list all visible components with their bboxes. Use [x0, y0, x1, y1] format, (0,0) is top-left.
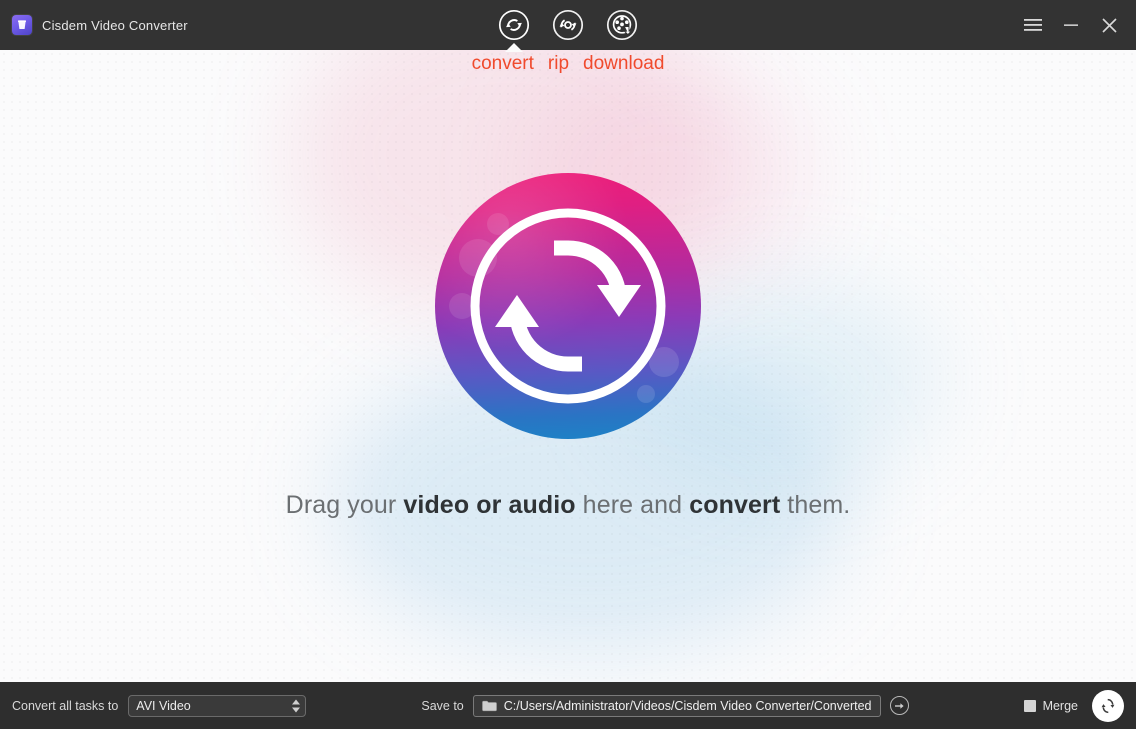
- title-bar: Cisdem Video Converter: [0, 0, 1136, 52]
- close-icon: [1101, 17, 1117, 33]
- app-window: Cisdem Video Converter convert rip downl…: [0, 0, 1136, 729]
- window-controls: [1018, 10, 1136, 40]
- output-format-value: AVI Video: [136, 698, 191, 713]
- nav-tab-download[interactable]: [604, 7, 640, 43]
- convert-circle-logo[interactable]: [435, 172, 701, 439]
- drop-text-part2: here and: [575, 490, 690, 519]
- title-bar-left: Cisdem Video Converter: [0, 15, 188, 35]
- nav-label-download[interactable]: download: [583, 54, 664, 73]
- nav-label-rip[interactable]: rip: [548, 54, 569, 73]
- stepper-arrows-icon[interactable]: [292, 699, 301, 712]
- drop-area[interactable]: Drag your video or audio here and conver…: [0, 50, 1136, 682]
- drop-text-bold1: video or audio: [403, 490, 576, 519]
- convert-all-label: Convert all tasks to: [12, 698, 119, 713]
- bottom-toolbar: Convert all tasks to AVI Video Save to C…: [0, 682, 1136, 729]
- bottom-right-group: Merge: [1023, 689, 1124, 722]
- drop-area-content: Drag your video or audio here and conver…: [0, 50, 1136, 682]
- merge-label: Merge: [1042, 698, 1078, 713]
- drop-text-part3: them.: [780, 490, 851, 519]
- convert-arrows-icon: [470, 208, 666, 403]
- arrow-right-icon: [894, 702, 904, 709]
- convert-start-icon: [1097, 695, 1119, 716]
- folder-icon: [481, 700, 497, 711]
- minimize-icon: [1064, 24, 1078, 26]
- output-format-select[interactable]: AVI Video: [128, 694, 307, 717]
- merge-toggle[interactable]: Merge: [1023, 698, 1078, 713]
- drop-instruction-text: Drag your video or audio here and conver…: [286, 491, 851, 520]
- app-title: Cisdem Video Converter: [42, 17, 188, 33]
- drop-text-part1: Drag your: [285, 490, 404, 519]
- save-to-group: Save to C:/Users/Administrator/Videos/Ci…: [421, 694, 909, 717]
- active-tab-pointer: [505, 43, 523, 52]
- open-folder-button[interactable]: [889, 696, 909, 715]
- close-button[interactable]: [1094, 10, 1124, 40]
- minimize-button[interactable]: [1056, 10, 1086, 40]
- save-path-field[interactable]: C:/Users/Administrator/Videos/Cisdem Vid…: [472, 694, 881, 717]
- merge-checkbox[interactable]: [1023, 699, 1036, 712]
- save-path-value: C:/Users/Administrator/Videos/Cisdem Vid…: [503, 698, 872, 713]
- convert-icon: [498, 9, 530, 41]
- start-convert-button[interactable]: [1092, 689, 1124, 722]
- save-to-label: Save to: [421, 698, 464, 713]
- film-download-icon: [606, 9, 638, 41]
- nav-tab-rip[interactable]: [550, 7, 586, 43]
- nav-label-convert[interactable]: convert: [472, 54, 534, 73]
- drop-text-bold2: convert: [689, 490, 781, 519]
- menu-button[interactable]: [1018, 10, 1048, 40]
- cisdem-logo-icon: [12, 15, 32, 35]
- nav-tab-convert[interactable]: [496, 7, 532, 52]
- rip-disc-icon: [552, 9, 584, 41]
- menu-icon: [1024, 19, 1042, 31]
